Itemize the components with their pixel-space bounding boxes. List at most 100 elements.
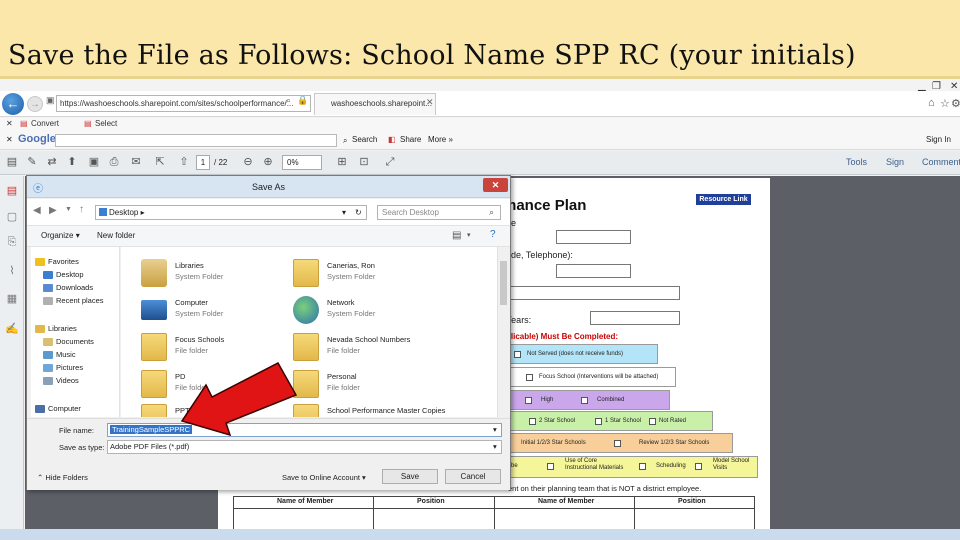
tree-item-favorites[interactable]: Favorites xyxy=(35,257,79,267)
google-search-input[interactable] xyxy=(55,134,337,147)
file-item-master-copies[interactable]: School Performance Master Copies xyxy=(293,402,463,417)
more-button[interactable]: More » xyxy=(428,135,453,144)
print-icon[interactable]: ⎙ xyxy=(106,155,122,170)
checkbox[interactable] xyxy=(639,463,646,470)
doc-field[interactable] xyxy=(510,286,680,300)
home-icon[interactable]: ⌂ xyxy=(928,97,935,109)
tree-item-videos[interactable]: Videos xyxy=(43,376,79,386)
checkbox[interactable] xyxy=(649,418,656,425)
file-list-scrollbar[interactable] xyxy=(497,247,509,417)
checkbox[interactable] xyxy=(526,374,533,381)
checkbox[interactable] xyxy=(529,418,536,425)
gear-icon[interactable]: ⚙ xyxy=(951,97,960,110)
save-button[interactable]: Save xyxy=(382,469,438,484)
checkbox[interactable] xyxy=(581,397,588,404)
doc-field[interactable] xyxy=(556,230,631,244)
file-item-personal[interactable]: Personal File folder xyxy=(293,368,463,402)
zoom-select[interactable]: 0% xyxy=(282,155,322,170)
zoom-out-icon[interactable]: ⊖ xyxy=(240,155,256,170)
file-item-libraries[interactable]: Libraries System Folder xyxy=(141,257,311,291)
convert-link[interactable]: Convert xyxy=(31,119,59,128)
sign-link[interactable]: Sign xyxy=(886,157,904,167)
tree-item-desktop[interactable]: Desktop xyxy=(43,270,84,280)
forward-icon[interactable]: ▶ xyxy=(49,205,57,216)
save-online-button[interactable]: Save to Online Account ▾ xyxy=(282,473,366,482)
full-screen-icon[interactable]: ⤢ xyxy=(382,155,398,170)
help-icon[interactable]: ? xyxy=(490,229,496,240)
tree-item-pictures[interactable]: Pictures xyxy=(43,363,83,373)
dialog-titlebar[interactable]: ⓔ Save As ✕ xyxy=(27,176,510,198)
close-toolbar-icon[interactable]: ✕ xyxy=(6,135,13,144)
select-tool-icon[interactable]: ⇱ xyxy=(152,155,168,170)
file-item-nevada[interactable]: Nevada School Numbers File folder xyxy=(293,331,463,365)
file-item-network[interactable]: Network System Folder xyxy=(293,294,463,328)
file-item-user[interactable]: Canerias, Ron System Folder xyxy=(293,257,463,291)
path-bar[interactable]: Desktop ▸ ▾ ↻ xyxy=(95,205,367,220)
tree-item-recent[interactable]: Recent places xyxy=(43,296,104,306)
checkbox[interactable] xyxy=(547,463,554,470)
cancel-button[interactable]: Cancel xyxy=(445,469,501,484)
chevron-down-icon[interactable]: ▾ xyxy=(493,441,497,453)
layers-icon[interactable]: ▦ xyxy=(5,292,19,305)
checkbox[interactable] xyxy=(514,351,521,358)
pdf-doc-icon[interactable]: ▤ xyxy=(5,184,19,197)
create-icon[interactable]: ▤ xyxy=(4,155,20,170)
close-bar-icon[interactable]: ✕ xyxy=(6,119,13,128)
new-folder-button[interactable]: New folder xyxy=(97,231,135,240)
back-icon[interactable]: ◀ xyxy=(33,205,41,216)
refresh-icon[interactable]: ↻ xyxy=(355,206,362,219)
doc-field[interactable] xyxy=(590,311,680,325)
search-icon[interactable]: ⌕ xyxy=(286,95,291,106)
select-link[interactable]: Select xyxy=(95,119,117,128)
chevron-down-icon[interactable]: ▾ xyxy=(467,231,471,239)
chevron-down-icon[interactable]: ▾ xyxy=(342,206,346,219)
tools-link[interactable]: Tools xyxy=(846,157,867,167)
search-desktop-input[interactable]: Search Desktop xyxy=(377,205,501,220)
checkbox[interactable] xyxy=(525,397,532,404)
zoom-in-icon[interactable]: ⊕ xyxy=(260,155,276,170)
open-icon[interactable]: ⬆ xyxy=(64,155,80,170)
chevron-down-icon[interactable]: ▾ xyxy=(493,424,497,436)
edit-icon[interactable]: ✎ xyxy=(24,155,40,170)
browser-tab[interactable]: washoeschools.sharepoint... xyxy=(314,93,436,115)
chevron-down-icon[interactable]: ▼ xyxy=(65,206,72,213)
path-desktop[interactable]: Desktop xyxy=(109,208,138,217)
tree-item-music[interactable]: Music xyxy=(43,350,76,360)
hide-folders-button[interactable]: ⌃ Hide Folders xyxy=(37,473,88,482)
save-icon[interactable]: ▣ xyxy=(86,155,102,170)
doc-field[interactable] xyxy=(556,264,631,278)
tree-item-documents[interactable]: Documents xyxy=(43,337,94,347)
up-folder-icon[interactable]: ↑ xyxy=(79,204,84,215)
pages-icon[interactable]: ▢ xyxy=(5,210,19,223)
view-icon[interactable]: ▤ xyxy=(452,230,461,241)
organize-button[interactable]: Organize ▾ xyxy=(41,231,80,240)
search-icon[interactable]: ⌕ xyxy=(343,136,347,146)
close-tab-icon[interactable]: ✕ xyxy=(426,97,434,108)
checkbox[interactable] xyxy=(695,463,702,470)
checkbox[interactable] xyxy=(595,418,602,425)
resource-link-button[interactable]: Resource Link xyxy=(696,194,751,205)
tree-item-libraries[interactable]: Libraries xyxy=(35,324,77,334)
previous-page-icon[interactable]: ⇧ xyxy=(176,155,192,170)
dialog-close-button[interactable]: ✕ xyxy=(483,178,508,192)
file-item-computer[interactable]: Computer System Folder xyxy=(141,294,311,328)
paperclip-icon[interactable]: ⌇ xyxy=(5,264,19,277)
email-icon[interactable]: ✉ xyxy=(128,155,144,170)
comment-link[interactable]: Comment xyxy=(922,157,960,167)
page-number-input[interactable]: 1 xyxy=(196,155,210,170)
signature-icon[interactable]: ✍ xyxy=(5,322,19,335)
scrollbar-thumb[interactable] xyxy=(500,261,507,305)
google-search-button[interactable]: Search xyxy=(352,135,377,144)
tree-item-downloads[interactable]: Downloads xyxy=(43,283,93,293)
fit-width-icon[interactable]: ⊡ xyxy=(356,155,372,170)
attachment-icon[interactable]: ⎘ xyxy=(5,236,19,249)
favorites-icon[interactable]: ☆ xyxy=(940,97,950,110)
checkbox[interactable] xyxy=(614,440,621,447)
tree-item-computer[interactable]: Computer xyxy=(35,404,81,414)
fit-page-icon[interactable]: ⊞ xyxy=(334,155,350,170)
back-button[interactable]: ← xyxy=(2,93,24,115)
save-as-type-select[interactable]: Adobe PDF Files (*.pdf) ▾ xyxy=(107,440,502,454)
address-bar[interactable]: https://washoeschools.sharepoint.com/sit… xyxy=(56,95,311,112)
share-button[interactable]: Share xyxy=(400,135,421,144)
sign-in-link[interactable]: Sign In xyxy=(926,135,951,144)
